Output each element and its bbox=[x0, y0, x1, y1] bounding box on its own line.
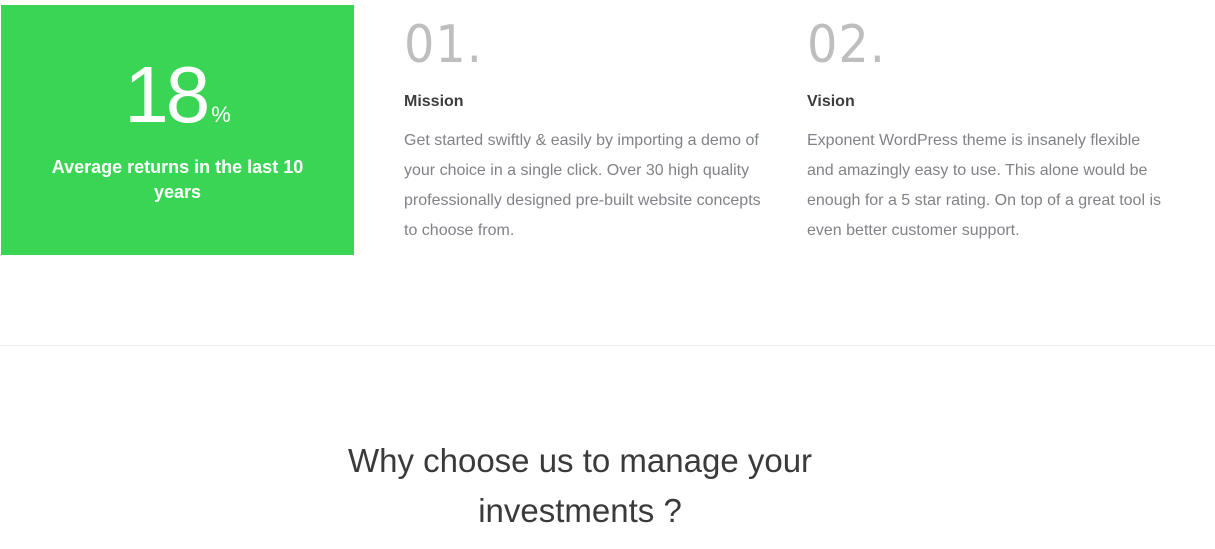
section-divider bbox=[0, 345, 1215, 346]
section-heading: Why choose us to manage your investments… bbox=[347, 442, 813, 529]
stat-unit: % bbox=[211, 102, 231, 127]
mission-column: 01. Mission Get started swiftly & easily… bbox=[404, 14, 764, 246]
vision-title: Vision bbox=[807, 93, 855, 110]
vision-column: 02. Vision Exponent WordPress theme is i… bbox=[807, 14, 1167, 246]
vision-text: Exponent WordPress theme is insanely fle… bbox=[807, 132, 1161, 239]
mission-text: Get started swiftly & easily by importin… bbox=[404, 132, 761, 239]
stat-value: 18% bbox=[1, 55, 354, 155]
stat-highlight-box: 18% Average returns in the last 10 years bbox=[1, 5, 354, 255]
page: 18% Average returns in the last 10 years… bbox=[0, 0, 1215, 549]
stat-number: 18 bbox=[124, 50, 210, 139]
vision-index: 02. bbox=[807, 15, 886, 75]
stat-caption: Average returns in the last 10 years bbox=[51, 157, 304, 202]
mission-title: Mission bbox=[404, 93, 464, 110]
mission-index: 01. bbox=[404, 15, 483, 75]
